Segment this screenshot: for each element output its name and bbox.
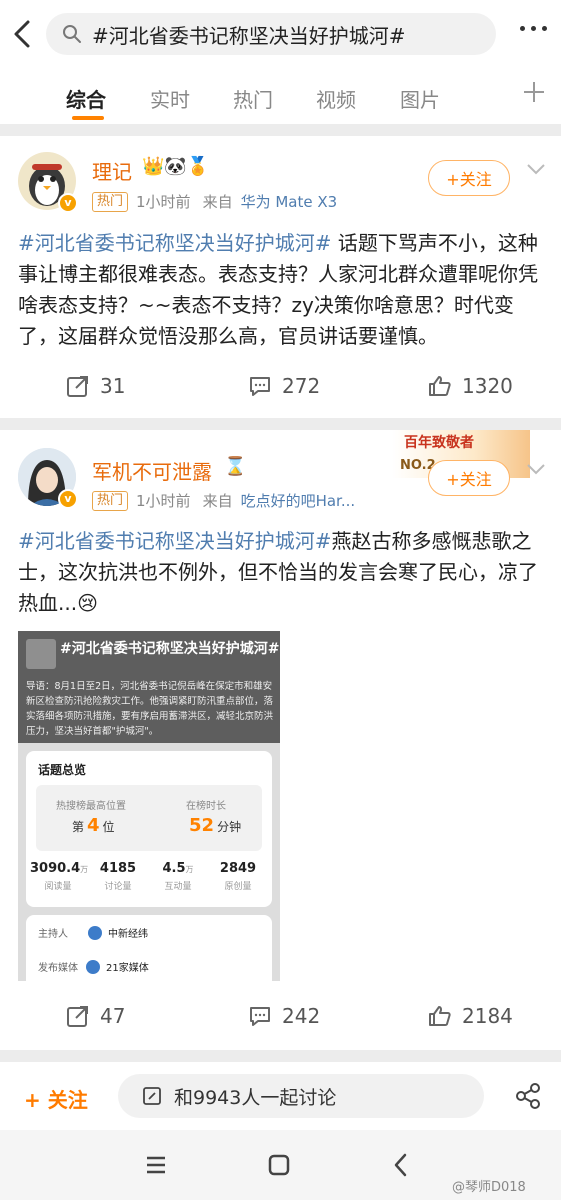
tab-images[interactable]: 图片	[400, 84, 440, 113]
comment-count: 242	[282, 1004, 321, 1028]
post-time: 1小时前	[136, 492, 191, 510]
media-logos-icon	[86, 959, 100, 974]
from-label: 来自	[202, 492, 233, 510]
topic-link[interactable]: #河北省委书记称坚决当好护城河#	[18, 231, 332, 255]
repost-button[interactable]: 31	[66, 374, 125, 398]
stat-originals: 2849 原创量	[219, 861, 257, 892]
recent-apps-icon[interactable]	[143, 1152, 169, 1178]
repost-count: 31	[100, 374, 126, 398]
repost-icon	[67, 1006, 88, 1027]
post-card-1: v 理记 👑🐼🏅 热门 1小时前 来自 华为 Mate X3 +关注 #河北省委…	[0, 136, 561, 418]
verified-icon: v	[58, 489, 78, 509]
host-row: 主持人 中新经纬	[38, 925, 148, 940]
chevron-down-icon[interactable]	[526, 162, 546, 176]
comment-button[interactable]: 272	[248, 374, 320, 398]
promo-title: 百年致敬者	[404, 435, 474, 451]
search-query: #河北省委书记称坚决当好护城河#	[92, 23, 406, 48]
post-source[interactable]: 吃点好的吧Har...	[241, 490, 356, 511]
embed-header: #河北省委书记称坚决当好护城河# 导语：8月1日至2日，河北省委书记倪岳峰在保定…	[18, 631, 280, 743]
watermark: @琴师D018	[452, 1180, 526, 1195]
embed-title: #河北省委书记称坚决当好护城河#	[60, 641, 280, 657]
comment-count: 272	[282, 374, 321, 398]
post-time: 1小时前	[136, 193, 191, 211]
post-actions: 47 242 2184	[0, 1004, 561, 1044]
host-logo-icon	[88, 925, 102, 940]
stat-reads: 3090.4万 阅读量	[30, 861, 89, 892]
topic-thumbnail	[26, 639, 56, 669]
like-count: 2184	[462, 1004, 513, 1028]
embed-description: 导语：8月1日至2日，河北省委书记倪岳峰在保定市和雄安新区检查防汛抢险救灾工作。…	[26, 681, 274, 737]
hot-badge: 热门	[92, 191, 129, 212]
share-icon[interactable]	[514, 1082, 542, 1110]
tab-bar: 综合 实时 热门 视频 图片	[0, 66, 561, 124]
comment-icon	[250, 1007, 270, 1026]
add-tab-icon[interactable]	[522, 80, 546, 104]
media-row: 发布媒体 21家媒体	[38, 959, 149, 974]
post-meta: 热门 1小时前 来自 华为 Mate X3	[92, 191, 337, 212]
verified-icon: v	[58, 193, 78, 213]
tab-video[interactable]: 视频	[316, 84, 356, 113]
rank-value: 第4位	[72, 815, 115, 836]
overview-title: 话题总览	[38, 763, 87, 777]
tab-hot[interactable]: 热门	[233, 84, 273, 113]
from-label: 来自	[202, 193, 233, 211]
duration-label: 在榜时长	[186, 801, 226, 812]
username[interactable]: 理记	[92, 156, 132, 185]
crying-emoji-icon: 😢	[77, 591, 98, 615]
like-icon	[429, 376, 451, 396]
bottom-follow-button[interactable]: + 关注	[24, 1084, 88, 1113]
search-icon	[63, 25, 81, 43]
hourglass-icon: ⌛	[224, 456, 247, 477]
stat-interactions: 4.5万 互动量	[162, 861, 194, 892]
discuss-input[interactable]: 和9943人一起讨论	[118, 1074, 484, 1118]
post-image[interactable]: #河北省委书记称坚决当好护城河# 导语：8月1日至2日，河北省委书记倪岳峰在保定…	[18, 631, 280, 981]
chevron-down-icon[interactable]	[526, 462, 546, 476]
topic-info-rows: 主持人 中新经纬 发布媒体 21家媒体	[26, 915, 272, 981]
back-icon[interactable]	[388, 1152, 414, 1178]
topic-overview-panel: 话题总览 热搜榜最高位置 在榜时长 第4位 52 分钟 3090.4万 阅读量 4…	[26, 751, 272, 907]
like-icon	[429, 1006, 451, 1026]
follow-button[interactable]: +关注	[428, 160, 510, 196]
rank-box: 热搜榜最高位置 在榜时长 第4位 52 分钟	[36, 785, 262, 851]
user-badges-icon: 👑🐼🏅	[142, 156, 210, 177]
follow-button[interactable]: +关注	[428, 460, 510, 496]
home-icon[interactable]	[266, 1152, 292, 1178]
comment-button[interactable]: 242	[248, 1004, 320, 1028]
comment-icon	[250, 377, 270, 396]
post-text: #河北省委书记称坚决当好护城河#燕赵古称多感慨悲歌之士，这次抗洪也不例外，但不恰…	[18, 526, 544, 619]
post-meta: 热门 1小时前 来自 吃点好的吧Har...	[92, 490, 355, 511]
repost-count: 47	[100, 1004, 126, 1028]
duration-value: 52 分钟	[189, 815, 242, 836]
topic-link[interactable]: #河北省委书记称坚决当好护城河#	[18, 529, 332, 553]
post-actions: 31 272 1320	[0, 374, 561, 414]
repost-icon	[67, 376, 88, 397]
like-button[interactable]: 1320	[428, 374, 513, 398]
search-bar[interactable]: #河北省委书记称坚决当好护城河#	[46, 13, 496, 55]
like-count: 1320	[462, 374, 513, 398]
discuss-placeholder: 和9943人一起讨论	[174, 1086, 337, 1109]
edit-icon	[143, 1087, 161, 1105]
username[interactable]: 军机不可泄露	[92, 456, 212, 485]
top-bar: #河北省委书记称坚决当好护城河#	[0, 0, 561, 66]
hot-badge: 热门	[92, 490, 129, 511]
post-source[interactable]: 华为 Mate X3	[241, 191, 338, 212]
bottom-action-bar: + 关注 和9943人一起讨论	[0, 1062, 561, 1130]
stat-discussions: 4185 讨论量	[99, 861, 137, 892]
tab-comprehensive[interactable]: 综合	[66, 84, 106, 113]
repost-button[interactable]: 47	[66, 1004, 125, 1028]
rank-label: 热搜榜最高位置	[56, 801, 126, 812]
active-tab-indicator	[72, 116, 104, 120]
more-menu-icon[interactable]	[520, 26, 547, 31]
tab-realtime[interactable]: 实时	[150, 84, 190, 113]
like-button[interactable]: 2184	[428, 1004, 513, 1028]
back-arrow-icon[interactable]	[8, 14, 38, 54]
post-text: #河北省委书记称坚决当好护城河# 话题下骂声不小，这种事让博主都很难表态。表态支…	[18, 228, 544, 352]
